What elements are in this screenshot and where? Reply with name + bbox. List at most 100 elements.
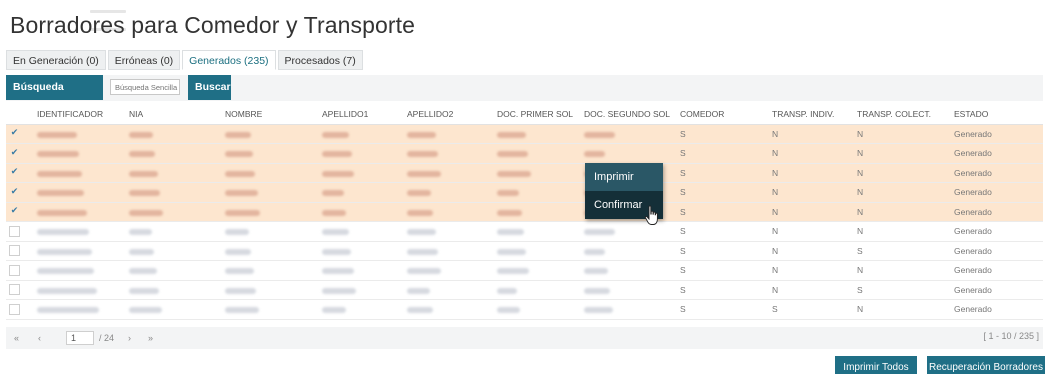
table-row[interactable]: S N N Generado [6,221,1043,242]
table-row[interactable]: ✔ S N N Generado [6,182,1043,203]
col-apellido2[interactable]: APELLIDO2 [404,104,494,125]
simple-search-input[interactable] [110,79,180,95]
prev-page-icon[interactable]: ‹ [38,331,41,345]
row-select-cell[interactable] [6,299,34,320]
row-select-cell[interactable] [6,260,34,281]
col-doc-segundo-sol[interactable]: DOC. SEGUNDO SOL [581,104,677,125]
row-select-cell[interactable]: ✔ [6,182,34,203]
row-checkbox[interactable] [9,303,20,315]
checkmark-icon[interactable]: ✔ [9,128,20,139]
redacted-value [322,170,355,177]
checkmark-icon[interactable]: ✔ [9,206,20,217]
row-select-cell[interactable]: ✔ [6,124,34,144]
table-row[interactable]: ✔ S N N Generado [6,163,1043,183]
transp-indiv-cell: N [769,143,854,164]
tab-generados[interactable]: Generados (235) [182,50,276,70]
row-select-cell[interactable] [6,280,34,300]
transp-indiv-cell: N [769,280,854,300]
col-nombre[interactable]: NOMBRE [222,104,319,125]
redacted-value [129,190,161,196]
print-all-button[interactable]: Imprimir Todos [835,356,917,374]
redacted-cell [126,241,222,261]
next-page-icon[interactable]: › [128,331,131,345]
record-range: [ 1 - 10 / 235 ] [983,331,1039,341]
col-transp-indiv[interactable]: TRANSP. INDIV. [769,104,854,125]
row-select-cell[interactable]: ✔ [6,163,34,183]
estado-cell: Generado [951,221,1043,242]
redacted-cell [222,143,319,164]
context-print-item[interactable]: Imprimir [585,163,663,191]
transp-colect-cell: S [854,241,951,261]
redacted-value [497,209,522,216]
table-row[interactable]: S S N Generado [6,299,1043,320]
col-transp-colect[interactable]: TRANSP. COLECT. [854,104,951,125]
total-pages-label: / 24 [99,333,115,343]
transp-indiv-cell: S [769,299,854,320]
redacted-value [497,268,529,274]
col-apellido1[interactable]: APELLIDO1 [319,104,404,125]
redacted-cell [581,143,677,164]
col-nia[interactable]: NIA [126,104,222,125]
row-checkbox[interactable] [9,264,20,276]
transp-colect-cell: N [854,221,951,242]
table-row[interactable]: ✔ S N N Generado [6,143,1043,164]
redacted-value [407,287,431,294]
row-select-cell[interactable] [6,221,34,242]
redacted-value [497,229,524,235]
redacted-cell [581,221,677,242]
checkmark-icon[interactable]: ✔ [9,186,20,198]
table-row[interactable]: ✔ S N N Generado [6,202,1043,222]
transp-indiv-cell: N [769,124,854,144]
redacted-value [584,268,608,274]
row-checkbox[interactable] [9,225,20,237]
redacted-cell [494,241,581,261]
redacted-cell [494,221,581,242]
table-row[interactable]: ✔ S N N Generado [6,124,1043,144]
table-row[interactable]: S N S Generado [6,280,1043,300]
redacted-value [322,151,352,157]
row-checkbox[interactable] [9,284,20,296]
recover-drafts-button[interactable]: Recuperación Borradores [927,356,1045,374]
checkmark-icon[interactable]: ✔ [9,167,20,178]
redacted-cell [319,260,404,281]
advanced-search-button[interactable]: Búsqueda avanzada [6,75,103,118]
tab-procesados[interactable]: Procesados (7) [277,50,363,70]
search-button[interactable]: Buscar [188,75,231,100]
transp-colect-cell: N [854,163,951,183]
transp-indiv-cell: N [769,241,854,261]
estado-cell: Generado [951,163,1043,183]
redacted-value [407,229,436,235]
row-select-cell[interactable] [6,241,34,261]
redacted-value [407,131,436,138]
comedor-cell: S [677,241,769,261]
last-page-icon[interactable]: » [148,331,153,345]
redacted-value [584,287,611,294]
redacted-value [225,209,261,216]
checkmark-icon[interactable]: ✔ [9,147,20,159]
col-identificador[interactable]: IDENTIFICADOR [34,104,126,125]
redacted-cell [494,143,581,164]
redacted-value [129,151,156,157]
tab-erroneas[interactable]: Erróneas (0) [107,50,181,70]
tab-en-generacion[interactable]: En Generación (0) [6,50,106,70]
table-row[interactable]: S N N Generado [6,260,1043,281]
first-page-icon[interactable]: « [14,331,19,345]
redacted-cell [222,163,319,183]
page-number-input[interactable] [66,331,94,345]
row-checkbox[interactable] [9,245,20,257]
col-doc-primer-sol[interactable]: DOC. PRIMER SOL [494,104,581,125]
row-select-cell[interactable]: ✔ [6,202,34,222]
table-row[interactable]: S N S Generado [6,241,1043,261]
redacted-value [497,131,526,138]
top-decoration [90,0,180,31]
transp-indiv-cell: N [769,260,854,281]
row-select-cell[interactable]: ✔ [6,143,34,164]
redacted-cell [494,163,581,183]
redacted-cell [319,221,404,242]
page-title: Borradores para Comedor y Transporte [10,12,416,38]
col-estado[interactable]: ESTADO [951,104,1043,125]
redacted-value [497,170,531,177]
col-comedor[interactable]: COMEDOR [677,104,769,125]
pagination-bar: « ‹ / 24 › » [ 1 - 10 / 235 ] [6,327,1043,349]
redacted-value [322,131,350,138]
